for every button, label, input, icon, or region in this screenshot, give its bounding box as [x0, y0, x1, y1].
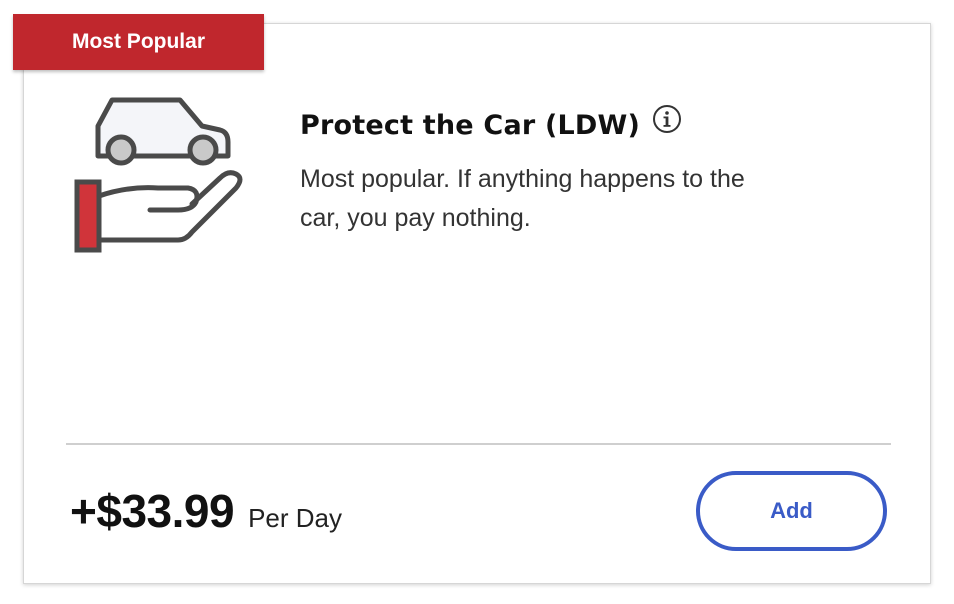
product-title: Protect the Car (LDW): [300, 110, 641, 141]
add-button[interactable]: Add: [696, 471, 887, 551]
info-icon[interactable]: [652, 104, 682, 134]
most-popular-badge: Most Popular: [13, 14, 264, 70]
title-row: Protect the Car (LDW): [300, 104, 682, 141]
price-amount: +$33.99: [70, 485, 235, 537]
price-row: +$33.99 Per Day: [70, 484, 342, 538]
car-protection-hand-icon: [68, 92, 248, 258]
add-button-label: Add: [770, 498, 813, 523]
product-description: Most popular. If anything happens to the…: [300, 165, 745, 232]
price-unit: Per Day: [248, 503, 342, 533]
divider: [66, 443, 891, 445]
badge-label: Most Popular: [71, 30, 205, 53]
